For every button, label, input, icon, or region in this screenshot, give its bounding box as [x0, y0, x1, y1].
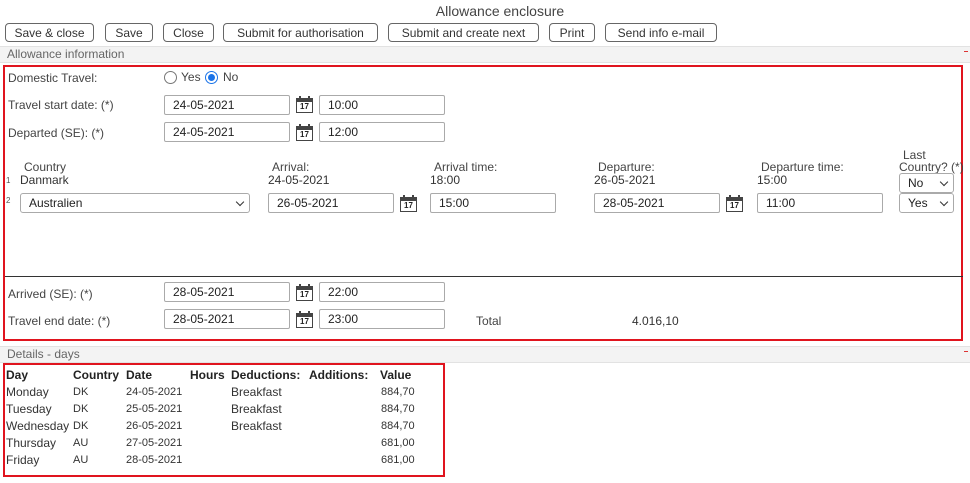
day-cell: Wednesday [6, 419, 70, 433]
day-cell: Friday [6, 453, 40, 467]
chevron-down-icon [235, 197, 245, 207]
calendar-icon[interactable]: 17 [296, 124, 313, 141]
travel-end-time-input[interactable]: 23:00 [319, 309, 445, 329]
travel-end-date-input[interactable]: 28-05-2021 [164, 309, 290, 329]
collapse-icon[interactable] [964, 351, 968, 352]
total-label: Total [476, 314, 502, 328]
arrived-date-input[interactable]: 28-05-2021 [164, 282, 290, 302]
day-cell: Thursday [6, 436, 57, 450]
travel-end-label: Travel end date: (*) [8, 314, 111, 328]
calendar-icon[interactable]: 17 [296, 311, 313, 328]
day-cell: Tuesday [6, 402, 52, 416]
window-title: Allowance enclosure [435, 3, 565, 19]
arrived-label: Arrived (SE): (*) [8, 287, 93, 301]
details-header-day: Day [6, 368, 29, 382]
details-section-title: Details - days [7, 347, 80, 361]
row2-arrival-time-input[interactable]: 15:00 [430, 193, 556, 213]
date-cell: 25-05-2021 [126, 403, 183, 415]
allowance-section-title: Allowance information [7, 47, 125, 61]
value-cell: 681,00 [381, 454, 415, 466]
row1-arrival: 24-05-2021 [268, 173, 330, 187]
day-cell: Monday [6, 385, 49, 399]
country-cell: DK [73, 386, 89, 398]
travel-start-date-input[interactable]: 24-05-2021 [164, 95, 290, 115]
date-cell: 26-05-2021 [126, 420, 183, 432]
save-close-button[interactable]: Save & close [5, 23, 94, 42]
details-header-deductions: Deductions: [231, 368, 301, 382]
deductions-cell: Breakfast [231, 385, 282, 399]
arrival-col-header: Arrival: [272, 160, 310, 174]
arrival-time-col-header: Arrival time: [434, 160, 498, 174]
divider [5, 276, 963, 277]
departed-label: Departed (SE): (*) [8, 126, 105, 140]
departure-col-header: Departure: [598, 160, 655, 174]
details-header-hours: Hours [190, 368, 225, 382]
row1-departure-time: 15:00 [757, 173, 788, 187]
last-country-col-header-2: Country? (*) [899, 160, 964, 174]
departed-date-input[interactable]: 24-05-2021 [164, 122, 290, 142]
save-button[interactable]: Save [105, 23, 153, 42]
domestic-no-radio[interactable] [205, 71, 218, 84]
domestic-travel-label: Domestic Travel: [8, 71, 98, 85]
departed-time-input[interactable]: 12:00 [319, 122, 445, 142]
deductions-cell: Breakfast [231, 419, 282, 433]
date-cell: 27-05-2021 [126, 437, 183, 449]
row2-country-select[interactable]: Australien [20, 193, 250, 213]
date-cell: 28-05-2021 [126, 454, 183, 466]
domestic-yes-radio[interactable] [164, 71, 177, 84]
domestic-no-label: No [223, 70, 239, 84]
arrived-time-input[interactable]: 22:00 [319, 282, 445, 302]
country-cell: AU [73, 437, 89, 449]
country-cell: DK [73, 420, 89, 432]
details-header-date: Date [126, 368, 153, 382]
row-number: 1 [6, 176, 11, 185]
details-section-header[interactable]: Details - days [0, 346, 970, 363]
deductions-cell: Breakfast [231, 402, 282, 416]
value-cell: 884,70 [381, 386, 415, 398]
date-cell: 24-05-2021 [126, 386, 183, 398]
value-cell: 884,70 [381, 403, 415, 415]
value-cell: 681,00 [381, 437, 415, 449]
submit-for-authorisation-button[interactable]: Submit for authorisation [223, 23, 378, 42]
row1-arrival-time: 18:00 [430, 173, 461, 187]
country-col-header: Country [24, 160, 67, 174]
row1-departure: 26-05-2021 [594, 173, 656, 187]
row2-departure-time-input[interactable]: 11:00 [757, 193, 883, 213]
row-number: 2 [6, 196, 11, 205]
details-header-country: Country [73, 368, 119, 382]
chevron-down-icon [939, 197, 949, 207]
print-button[interactable]: Print [549, 23, 595, 42]
calendar-icon[interactable]: 17 [296, 284, 313, 301]
total-value: 4.016,10 [632, 314, 679, 328]
travel-start-time-input[interactable]: 10:00 [319, 95, 445, 115]
submit-and-create-next-button[interactable]: Submit and create next [388, 23, 539, 42]
country-cell: DK [73, 403, 89, 415]
row2-departure-input[interactable]: 28-05-2021 [594, 193, 720, 213]
departure-time-col-header: Departure time: [761, 160, 844, 174]
allowance-section-header[interactable]: Allowance information [0, 46, 970, 63]
calendar-icon[interactable]: 17 [726, 195, 743, 212]
value-cell: 884,70 [381, 420, 415, 432]
row1-country: Danmark [20, 173, 69, 187]
row2-last-country-select[interactable]: Yes [899, 193, 954, 213]
domestic-yes-label: Yes [181, 70, 201, 84]
calendar-icon[interactable]: 17 [296, 96, 313, 113]
calendar-icon[interactable]: 17 [400, 195, 417, 212]
row1-last-country-select[interactable]: No [899, 173, 954, 193]
send-info-email-button[interactable]: Send info e-mail [605, 23, 717, 42]
close-button[interactable]: Close [163, 23, 214, 42]
row2-arrival-input[interactable]: 26-05-2021 [268, 193, 394, 213]
details-header-additions: Additions: [309, 368, 369, 382]
country-cell: AU [73, 454, 89, 466]
travel-start-label: Travel start date: (*) [8, 98, 114, 112]
collapse-icon[interactable] [964, 51, 968, 52]
chevron-down-icon [939, 177, 949, 187]
details-header-value: Value [380, 368, 412, 382]
